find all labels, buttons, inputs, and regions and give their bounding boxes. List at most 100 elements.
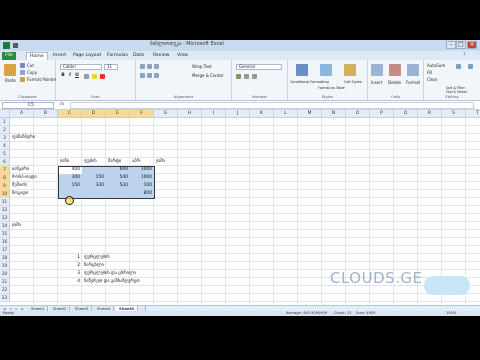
column-header[interactable]: H [178, 110, 202, 118]
row-header[interactable]: 17 [0, 246, 10, 254]
row-header[interactable]: 3 [0, 134, 10, 142]
row-header[interactable]: 1 [0, 118, 10, 126]
column-header[interactable]: P [370, 110, 394, 118]
font-color-icon[interactable] [100, 74, 105, 79]
column-header[interactable]: Q [394, 110, 418, 118]
tab-formulas[interactable]: Formulas [104, 52, 131, 60]
format-as-table-icon[interactable] [320, 64, 332, 76]
row-header[interactable]: 15 [0, 230, 10, 238]
find-select-icon[interactable] [468, 64, 473, 69]
align-top-icon[interactable] [140, 64, 145, 69]
row-header[interactable]: 19 [0, 262, 10, 270]
column-header[interactable]: M [298, 110, 322, 118]
tab-view[interactable]: View [174, 52, 191, 60]
cell-a12[interactable]: ჯამი [12, 222, 21, 230]
currency-icon[interactable] [236, 74, 241, 79]
row-label[interactable]: იანვარი [12, 166, 29, 174]
data-cell[interactable] [82, 166, 106, 174]
list-number[interactable]: 4 [58, 278, 82, 286]
cut-label[interactable]: Cut [27, 63, 34, 68]
column-header[interactable]: E [106, 110, 130, 118]
formula-input[interactable] [70, 102, 474, 109]
column-header[interactable]: A [10, 110, 34, 118]
borders-icon[interactable] [84, 74, 89, 79]
column-header[interactable]: T [466, 110, 480, 118]
sort-filter-icon[interactable] [456, 64, 461, 69]
format-cells-icon[interactable] [407, 64, 419, 76]
row-header[interactable]: 9 [0, 182, 10, 190]
row-header[interactable]: 4 [0, 142, 10, 150]
row-header[interactable]: 5 [0, 150, 10, 158]
row-header[interactable]: 21 [0, 278, 10, 286]
paste-icon[interactable] [4, 64, 16, 76]
data-cell[interactable] [82, 190, 106, 198]
column-header[interactable]: F [130, 110, 154, 118]
insert-cells-label[interactable]: Insert [371, 80, 382, 85]
merge-center-button[interactable]: Merge & Center [192, 73, 224, 78]
column-header[interactable]: S [442, 110, 466, 118]
data-cell[interactable]: 100 [130, 182, 154, 190]
percent-icon[interactable] [244, 74, 249, 79]
autosum-button[interactable]: AutoSum [427, 63, 445, 68]
data-cell[interactable]: 330 [82, 182, 106, 190]
list-item[interactable]: ფურცლების [84, 254, 110, 262]
row-label[interactable]: მუშაოს [12, 182, 27, 190]
copy-icon[interactable] [20, 70, 25, 75]
row-label[interactable]: როსპ-თადი [12, 174, 37, 182]
conditional-formatting-icon[interactable] [296, 64, 308, 76]
data-cell[interactable]: 600 [106, 166, 130, 174]
align-bottom-icon[interactable] [154, 64, 159, 69]
conditional-formatting-label[interactable]: Conditional Formatting [290, 80, 329, 84]
align-left-icon[interactable] [140, 73, 145, 78]
align-middle-icon[interactable] [147, 64, 152, 69]
wrap-text-button[interactable]: Wrap Text [192, 64, 212, 69]
help-icon[interactable]: ? [460, 52, 468, 60]
column-header[interactable]: O [346, 110, 370, 118]
column-header[interactable]: B [34, 110, 58, 118]
row-label[interactable]: ზოგადი [12, 190, 28, 198]
list-number[interactable]: 1 [58, 254, 82, 262]
row-header[interactable]: 8 [0, 174, 10, 182]
underline-button[interactable]: U [74, 73, 80, 79]
data-cell[interactable]: 300 [58, 174, 82, 182]
data-cell[interactable]: 150 [58, 182, 82, 190]
column-header[interactable]: D [82, 110, 106, 118]
zoom-level[interactable]: 100% [446, 311, 456, 316]
cell-styles-icon[interactable] [344, 64, 356, 76]
insert-cells-icon[interactable] [371, 64, 383, 76]
header-cell[interactable]: ფების [84, 158, 97, 166]
row-header[interactable]: 23 [0, 294, 10, 302]
row-header[interactable]: 2 [0, 126, 10, 134]
list-item[interactable]: ფურცლების და ცხრილი [84, 270, 136, 278]
cell-styles-label[interactable]: Cell Styles [344, 80, 362, 84]
header-cell[interactable]: იანი [60, 158, 69, 166]
column-header[interactable]: C [58, 110, 82, 118]
cell-a2[interactable]: ფინანსური [12, 134, 35, 142]
data-cell[interactable]: 540 [106, 174, 130, 182]
column-header[interactable]: L [274, 110, 298, 118]
tab-data[interactable]: Data [130, 52, 147, 60]
row-header[interactable]: 20 [0, 270, 10, 278]
close-button[interactable]: × [467, 41, 477, 49]
list-item[interactable]: ჩაწერეთ და განსაზღვრეთ [84, 278, 140, 286]
row-header[interactable]: 11 [0, 198, 10, 206]
copy-label[interactable]: Copy [27, 70, 37, 75]
list-number[interactable]: 2 [58, 262, 82, 270]
tab-review[interactable]: Review [150, 52, 172, 60]
data-cell[interactable]: 1000 [130, 166, 154, 174]
data-cell[interactable]: 400 [58, 166, 82, 174]
column-header[interactable]: G [154, 110, 178, 118]
format-as-table-label[interactable]: Format as Table [318, 86, 345, 90]
delete-cells-icon[interactable] [389, 64, 401, 76]
align-center-icon[interactable] [147, 73, 152, 78]
row-header[interactable]: 22 [0, 286, 10, 294]
align-right-icon[interactable] [154, 73, 159, 78]
select-all-button[interactable] [0, 110, 10, 118]
header-cell[interactable]: ჯამი [156, 158, 165, 166]
data-cell[interactable]: 800 [130, 190, 154, 198]
tab-page-layout[interactable]: Page Layout [70, 52, 104, 60]
tab-file[interactable]: File [2, 52, 16, 60]
bold-button[interactable]: B [60, 73, 66, 79]
font-name-select[interactable]: Calibri [60, 64, 102, 70]
data-cell[interactable] [106, 190, 130, 198]
